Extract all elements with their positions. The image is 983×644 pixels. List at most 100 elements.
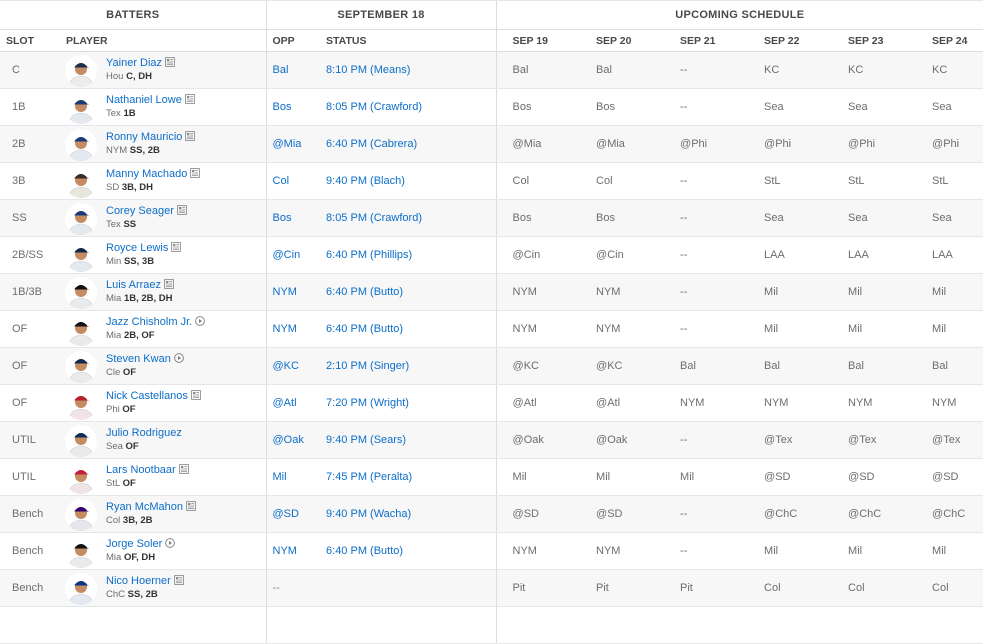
schedule-cell: NYM — [832, 384, 917, 422]
news-icon[interactable] — [178, 464, 189, 474]
schedule-cell: Mil — [580, 458, 665, 496]
player-name-link[interactable]: Corey Seager — [106, 205, 174, 217]
table-row: OF Steven Kwan Cle OF @KC 2:10 PM (Singer) @K… — [0, 347, 983, 385]
schedule-cell: NYM — [495, 273, 581, 311]
opponent-link[interactable]: Col — [265, 162, 321, 200]
video-icon[interactable] — [195, 316, 206, 326]
day-column-header: SEP 23 — [832, 29, 917, 52]
player-name-link[interactable]: Julio Rodriguez — [106, 427, 182, 439]
news-icon[interactable] — [191, 390, 201, 400]
player-column-header[interactable]: PLAYER — [60, 29, 267, 52]
news-icon[interactable] — [185, 131, 196, 141]
game-status-link[interactable]: 6:40 PM (Cabrera) — [320, 125, 497, 163]
schedule-cell: NYM — [916, 384, 983, 422]
game-status-link[interactable]: 6:40 PM (Phillips) — [320, 236, 497, 274]
game-status-link[interactable]: 7:20 PM (Wright) — [320, 384, 497, 422]
player-name-link[interactable]: Jorge Soler — [106, 538, 162, 550]
opp-column-header[interactable]: OPP — [265, 29, 321, 52]
day-column-header: SEP 21 — [664, 29, 749, 52]
player-positions: 3B, 2B — [122, 515, 153, 526]
opponent-link[interactable]: Bos — [265, 199, 321, 237]
news-icon[interactable] — [165, 57, 175, 67]
schedule-cell: @Atl — [495, 384, 581, 422]
player-meta: Phi OF — [106, 403, 266, 416]
player-name-link[interactable]: Steven Kwan — [106, 353, 171, 365]
player-name-link[interactable]: Ryan McMahon — [106, 501, 183, 513]
schedule-cell: @SD — [580, 495, 665, 533]
player-team: StL — [106, 478, 120, 489]
schedule-cell: Sea — [832, 199, 917, 237]
schedule-cell: KC — [916, 51, 983, 89]
game-status-link[interactable]: 7:45 PM (Peralta) — [320, 458, 497, 496]
schedule-cell: @ChC — [748, 495, 833, 533]
news-icon[interactable] — [177, 205, 187, 215]
table-row: 2B/SS Royce Lewis Min SS, 3B @Cin 6:40 PM (P… — [0, 236, 983, 274]
player-meta: Mia OF, DH — [106, 551, 266, 564]
player-name-link[interactable]: Yainer Diaz — [106, 57, 162, 69]
slot-cell: SS — [0, 199, 60, 237]
news-icon[interactable] — [171, 242, 182, 252]
table-row: C Yainer Diaz Hou C, DH Bal 8:10 PM (Means) B… — [0, 51, 983, 89]
player-team: Hou — [106, 71, 124, 82]
slot-cell: OF — [0, 384, 60, 422]
game-status-link[interactable]: 6:40 PM (Butto) — [320, 273, 497, 311]
opponent-link[interactable]: @Atl — [265, 384, 321, 422]
status-column-header[interactable]: STATUS — [320, 29, 497, 52]
player-name-link[interactable]: Jazz Chisholm Jr. — [106, 316, 192, 328]
player-name-link[interactable]: Lars Nootbaar — [106, 464, 176, 476]
player-name-link[interactable]: Nathaniel Lowe — [106, 94, 182, 106]
slot-column-header[interactable]: SLOT — [0, 29, 60, 52]
player-positions: OF, DH — [123, 552, 156, 563]
video-icon[interactable] — [173, 353, 184, 363]
opponent-link[interactable]: Bos — [265, 88, 321, 126]
player-name-link[interactable]: Ronny Mauricio — [106, 131, 182, 143]
player-name-link[interactable]: Nico Hoerner — [106, 575, 171, 587]
slot-cell: Bench — [0, 495, 60, 533]
player-positions: 1B, 2B, DH — [123, 293, 173, 304]
schedule-cell: @SD — [748, 458, 833, 496]
game-status-link[interactable]: 9:40 PM (Sears) — [320, 421, 497, 459]
slot-cell: 2B/SS — [0, 236, 60, 274]
player-name-link[interactable]: Manny Machado — [106, 168, 187, 180]
game-status-link[interactable]: 8:10 PM (Means) — [320, 51, 497, 89]
player-name-link[interactable]: Nick Castellanos — [106, 390, 188, 402]
schedule-cell: LAA — [832, 236, 917, 274]
game-status-link[interactable]: 8:05 PM (Crawford) — [320, 88, 497, 126]
game-status-link[interactable]: 9:40 PM (Blach) — [320, 162, 497, 200]
game-status-link[interactable]: 9:40 PM (Wacha) — [320, 495, 497, 533]
player-positions: 3B, DH — [121, 182, 153, 193]
video-icon[interactable] — [165, 538, 176, 548]
opponent-link[interactable]: NYM — [265, 310, 321, 348]
opponent-link[interactable]: NYM — [265, 273, 321, 311]
opponent-link[interactable]: @Cin — [265, 236, 321, 274]
game-status-link[interactable]: 6:40 PM (Butto) — [320, 532, 497, 570]
schedule-cell: Mil — [832, 532, 917, 570]
opponent-link[interactable]: NYM — [265, 532, 321, 570]
player-name-link[interactable]: Luis Arraez — [106, 279, 161, 291]
table-row: 3B Manny Machado SD 3B, DH Col 9:40 PM (Blac… — [0, 162, 983, 200]
schedule-cell: NYM — [664, 384, 749, 422]
game-status-link[interactable]: 2:10 PM (Singer) — [320, 347, 497, 385]
opponent-link[interactable]: @SD — [265, 495, 321, 533]
schedule-cell: Col — [832, 569, 917, 607]
opponent-link[interactable]: Bal — [265, 51, 321, 89]
schedule-cell: Mil — [748, 532, 833, 570]
news-icon[interactable] — [186, 501, 196, 511]
game-status-link[interactable]: 6:40 PM (Butto) — [320, 310, 497, 348]
opponent-link[interactable]: @KC — [265, 347, 321, 385]
schedule-cell: @Phi — [664, 125, 749, 163]
news-icon[interactable] — [173, 575, 184, 585]
schedule-cell: NYM — [748, 384, 833, 422]
game-status-link — [320, 606, 497, 644]
game-status-link[interactable]: 8:05 PM (Crawford) — [320, 199, 497, 237]
player-team: NYM — [106, 145, 128, 156]
schedule-cell: NYM — [580, 532, 665, 570]
opponent-link[interactable]: @Oak — [265, 421, 321, 459]
opponent-link[interactable]: Mil — [265, 458, 321, 496]
opponent-link[interactable]: @Mia — [265, 125, 321, 163]
player-name-link[interactable]: Royce Lewis — [106, 242, 168, 254]
news-icon[interactable] — [184, 94, 195, 104]
news-icon[interactable] — [164, 279, 174, 289]
schedule-cell — [495, 606, 581, 644]
news-icon[interactable] — [190, 168, 201, 178]
